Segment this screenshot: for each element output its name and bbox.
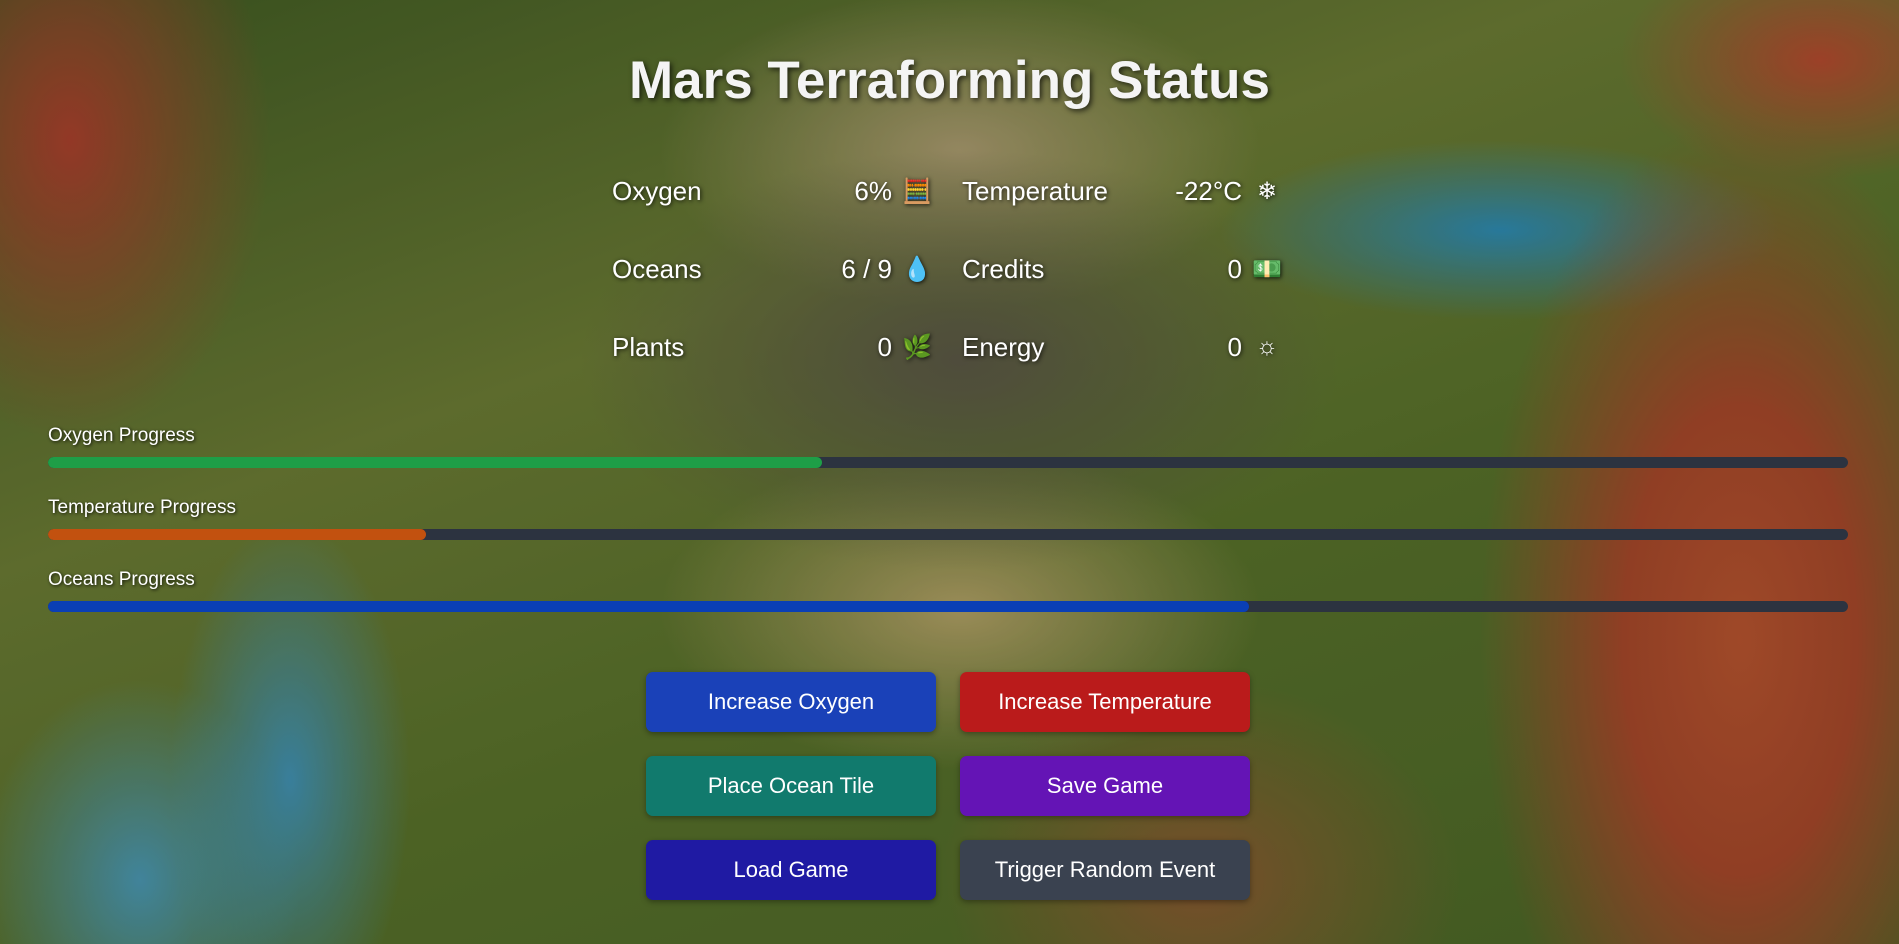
stat-value: 0	[877, 331, 892, 362]
stat-energy: Energy 0 ☼	[962, 330, 1282, 364]
oxygen-progress: Oxygen Progress	[48, 424, 1848, 468]
stat-plants: Plants 0 🌿	[612, 330, 932, 364]
oceans-progress: Oceans Progress	[48, 568, 1848, 612]
action-buttons: Increase Oxygen Increase Temperature Pla…	[646, 672, 1250, 900]
save-game-button[interactable]: Save Game	[960, 756, 1250, 816]
herb-icon: 🌿	[902, 333, 932, 361]
money-icon: 💵	[1252, 255, 1282, 283]
progress-track	[48, 601, 1848, 612]
temperature-progress-fill	[48, 529, 426, 540]
sun-icon: ☼	[1256, 333, 1278, 360]
stat-value: 6%	[854, 175, 892, 206]
stat-temperature: Temperature -22°C ❄	[962, 174, 1282, 208]
temperature-progress: Temperature Progress	[48, 496, 1848, 540]
stat-label: Oxygen	[612, 175, 702, 206]
progress-label: Oceans Progress	[48, 569, 195, 590]
snowflake-icon: ❄	[1256, 177, 1278, 205]
trigger-random-event-button[interactable]: Trigger Random Event	[960, 840, 1250, 900]
place-ocean-tile-button[interactable]: Place Ocean Tile	[646, 756, 936, 816]
stat-label: Credits	[962, 253, 1045, 284]
progress-label: Oxygen Progress	[48, 425, 195, 446]
stat-label: Oceans	[612, 253, 702, 284]
progress-track	[48, 457, 1848, 468]
stat-oxygen: Oxygen 6% 🧮	[612, 174, 932, 208]
progress-track	[48, 529, 1848, 540]
stat-label: Temperature	[962, 175, 1108, 206]
stats-grid: Oxygen 6% 🧮 Temperature -22°C ❄ Oceans 6…	[612, 174, 1282, 364]
abacus-icon: 🧮	[902, 177, 932, 205]
stat-value: 0	[1227, 253, 1242, 284]
stat-credits: Credits 0 💵	[962, 252, 1282, 286]
load-game-button[interactable]: Load Game	[646, 840, 936, 900]
page-title: Mars Terraforming Status	[628, 51, 1271, 110]
stat-value: 6 / 9	[841, 253, 892, 284]
oxygen-progress-fill	[48, 457, 822, 468]
droplet-icon: 💧	[902, 255, 932, 283]
increase-temperature-button[interactable]: Increase Temperature	[960, 672, 1250, 732]
stat-value: -22°C	[1175, 175, 1242, 206]
stat-label: Plants	[612, 331, 685, 362]
stat-label: Energy	[962, 331, 1045, 362]
stat-value: 0	[1227, 331, 1242, 362]
stat-oceans: Oceans 6 / 9 💧	[612, 252, 932, 286]
increase-oxygen-button[interactable]: Increase Oxygen	[646, 672, 936, 732]
oceans-progress-fill	[48, 601, 1249, 612]
progress-label: Temperature Progress	[48, 497, 236, 518]
